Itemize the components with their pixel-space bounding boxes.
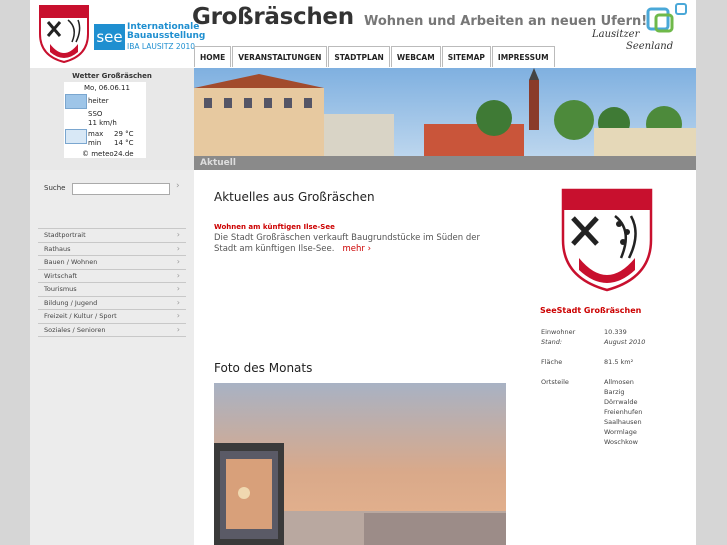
chevron-right-icon: ›: [176, 297, 180, 307]
main-nav: HOME VERANSTALTUNGEN STADTPLAN WEBCAM SI…: [194, 46, 556, 68]
chevron-right-icon: ›: [176, 324, 180, 334]
iba-logo[interactable]: see Internationale Bauausstellung IBA LA…: [94, 22, 205, 52]
city-crest-logo[interactable]: [38, 4, 90, 64]
seenland-text: Seenland: [626, 41, 674, 52]
chevron-right-icon: ›: [176, 311, 180, 320]
news-headline-link[interactable]: Wohnen am künftigen Ilse-See: [214, 223, 335, 231]
wind-speed: 11 km/h: [88, 119, 117, 127]
chevron-right-icon: ›: [176, 230, 180, 239]
stand-label: Stand:: [541, 338, 563, 346]
banner-label: Aktuell: [200, 158, 236, 168]
sidebar-item-wirtschaft[interactable]: Wirtschaft ›: [38, 270, 186, 283]
info-title: SeeStadt Großräschen: [540, 306, 642, 315]
nav-home[interactable]: HOME: [194, 46, 232, 67]
search-label: Suche: [44, 184, 66, 192]
lausitzer-seenland-logo[interactable]: Lausitzer Seenland: [590, 3, 690, 55]
wind-direction: SSO: [88, 110, 103, 118]
sidebar-item-bildung-jugend[interactable]: Bildung / Jugend ›: [38, 297, 186, 310]
sidebar-item-stadtportrait[interactable]: Stadtportrait ›: [38, 228, 186, 243]
chevron-right-icon: ›: [176, 270, 180, 280]
weather-credit-link[interactable]: © meteo24.de: [82, 150, 134, 158]
max-label: max: [88, 130, 104, 138]
nav-webcam[interactable]: WEBCAM: [390, 46, 441, 67]
max-temp: 29 °C: [114, 130, 134, 138]
search-input[interactable]: [72, 183, 170, 195]
sidebar-item-bauen-wohnen[interactable]: Bauen / Wohnen ›: [38, 256, 186, 270]
districts-label: Ortsteile: [541, 378, 569, 386]
weather-date: Mo, 06.06.11: [84, 84, 130, 92]
page: see Internationale Bauausstellung IBA LA…: [30, 0, 696, 545]
site-title: Großräschen: [192, 4, 354, 30]
sidebar-item-rathaus[interactable]: Rathaus ›: [38, 243, 186, 256]
nav-veranstaltungen[interactable]: VERANSTALTUNGEN: [232, 46, 328, 67]
stand-value: August 2010: [604, 338, 646, 346]
sidebar: Suche › Stadtportrait › Rathaus › Bauen / …: [30, 170, 194, 545]
photo-of-month-image[interactable]: [214, 383, 506, 545]
chevron-right-icon: ›: [176, 257, 180, 266]
news-more-link[interactable]: mehr ›: [343, 244, 372, 254]
residents-label: Einwohner: [541, 328, 576, 336]
main-title: Aktuelles aus Großräschen: [214, 190, 375, 204]
weather-condition: heiter: [88, 97, 109, 105]
weather-box: Mo, 06.06.11 heiter SSO 11 km/h max 29 °…: [64, 82, 146, 158]
banner-image: Aktuell: [194, 68, 696, 170]
min-label: min: [88, 139, 102, 147]
photo-of-month-title: Foto des Monats: [214, 361, 313, 375]
district-item: Saalhausen: [604, 418, 642, 426]
district-item: Allmosen: [604, 378, 634, 386]
sidebar-item-tourismus[interactable]: Tourismus ›: [38, 283, 186, 297]
sidebar-item-freizeit-kultur-sport[interactable]: Freizeit / Kultur / Sport ›: [38, 310, 186, 324]
iba-logo-subtitle: IBA LAUSITZ 2010: [127, 42, 196, 51]
min-temp: 14 °C: [114, 139, 134, 147]
thermometer-icon: [65, 129, 87, 144]
residents-value: 10.339: [604, 328, 627, 336]
district-item: Barzig: [604, 388, 625, 396]
weather-widget: Wetter Großräschen Mo, 06.06.11 heiter S…: [30, 68, 194, 170]
area-value: 81.5 km²: [604, 358, 634, 366]
sidebar-menu: Stadtportrait › Rathaus › Bauen / Wohnen › …: [38, 228, 186, 337]
nav-stadtplan[interactable]: STADTPLAN: [328, 46, 390, 67]
chevron-right-icon: ›: [176, 243, 180, 253]
weather-title: Wetter Großräschen: [72, 72, 152, 80]
area-label: Fläche: [541, 358, 563, 366]
nav-sitemap[interactable]: SITEMAP: [441, 46, 491, 67]
iba-see-mark: see: [94, 24, 125, 50]
city-crest-image: [561, 188, 653, 292]
district-item: Woschkow: [604, 438, 638, 446]
nav-impressum[interactable]: IMPRESSUM: [491, 46, 555, 67]
news-body: Die Stadt Großräschen verkauft Baugrunds…: [214, 233, 480, 254]
chevron-right-icon: ›: [176, 284, 180, 293]
cloud-sun-icon: [65, 94, 87, 109]
search-submit-button[interactable]: ›: [176, 181, 180, 191]
lausitzer-text: Lausitzer: [592, 29, 640, 40]
district-item: Wormlage: [604, 428, 637, 436]
district-item: Dörrwalde: [604, 398, 638, 406]
sidebar-item-soziales-senioren[interactable]: Soziales / Senioren ›: [38, 324, 186, 337]
district-item: Freienhufen: [604, 408, 643, 416]
